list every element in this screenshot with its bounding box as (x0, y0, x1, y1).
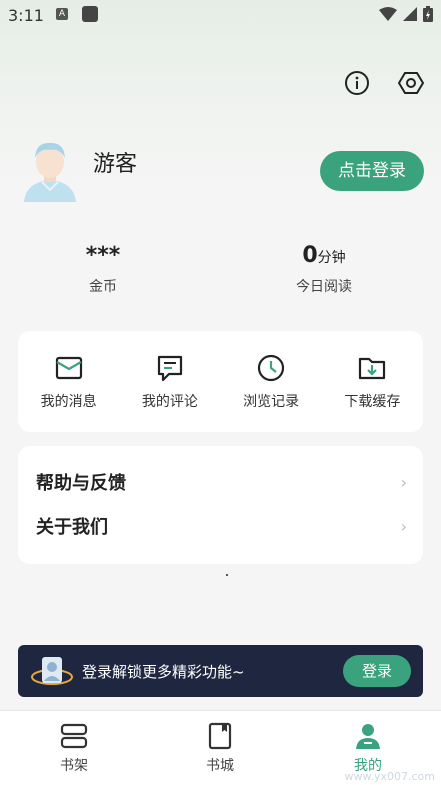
info-icon[interactable] (344, 70, 370, 96)
quick-actions-card: 我的消息 我的评论 浏览记录 下载缓存 (18, 331, 423, 432)
menu-label: 帮助与反馈 (36, 473, 126, 494)
menu-card: 帮助与反馈 › 关于我们 › (18, 446, 423, 564)
quick-label: 浏览记录 (243, 394, 300, 410)
banner-login-button[interactable]: 登录 (343, 655, 411, 687)
avatar[interactable] (20, 138, 80, 202)
coins-value: *** (85, 243, 121, 268)
divider-dot (226, 574, 228, 576)
menu-about-us[interactable]: 关于我们 › (36, 506, 407, 546)
quick-label: 我的消息 (40, 394, 97, 410)
login-banner[interactable]: 登录解锁更多精彩功能~ 登录 (18, 645, 423, 697)
coins-label: 金币 (89, 279, 117, 295)
tab-label: 书城 (206, 758, 234, 774)
reading-time-stat[interactable]: 0分钟 今日阅读 (264, 243, 384, 296)
banner-text: 登录解锁更多精彩功能~ (82, 663, 245, 681)
chevron-right-icon: › (400, 472, 407, 492)
username: 游客 (93, 152, 138, 177)
quick-download-cache[interactable]: 下载缓存 (322, 331, 423, 432)
status-time: 3:11 (8, 6, 44, 25)
keyboard-indicator-icon: A (56, 8, 68, 20)
reading-time-label: 今日阅读 (296, 279, 352, 295)
unlock-badge-icon (31, 657, 73, 685)
quick-my-messages[interactable]: 我的消息 (18, 331, 119, 432)
login-button[interactable]: 点击登录 (320, 151, 424, 191)
menu-label: 关于我们 (36, 517, 108, 538)
signal-icon (403, 7, 417, 21)
quick-label: 下载缓存 (344, 394, 401, 410)
watermark: www.yx007.com (344, 770, 435, 783)
coins-stat[interactable]: *** 金币 (43, 243, 163, 296)
status-bar: 3:11 A (0, 0, 441, 30)
quick-my-comments[interactable]: 我的评论 (119, 331, 220, 432)
reading-time-value: 0分钟 (302, 243, 346, 268)
notification-square-icon (82, 6, 98, 22)
settings-icon[interactable] (398, 70, 424, 96)
wifi-icon (379, 7, 397, 21)
battery-icon (423, 6, 433, 22)
bookstore-icon (208, 722, 232, 750)
comment-icon (157, 355, 182, 382)
tab-bookshelf[interactable]: 书架 (34, 721, 114, 775)
tab-bookstore[interactable]: 书城 (180, 721, 260, 775)
quick-label: 我的评论 (141, 394, 198, 410)
download-folder-icon (359, 357, 386, 380)
message-icon (55, 356, 82, 380)
menu-help-feedback[interactable]: 帮助与反馈 › (36, 462, 407, 502)
tab-profile[interactable]: 我的 (328, 721, 408, 775)
quick-browse-history[interactable]: 浏览记录 (221, 331, 322, 432)
clock-icon (258, 354, 285, 382)
tab-label: 书架 (60, 758, 88, 774)
bookshelf-icon (60, 723, 88, 749)
bottom-tab-bar: 书架 书城 我的 www.yx007.com (0, 710, 441, 785)
chevron-right-icon: › (400, 516, 407, 536)
profile-icon (356, 724, 380, 749)
